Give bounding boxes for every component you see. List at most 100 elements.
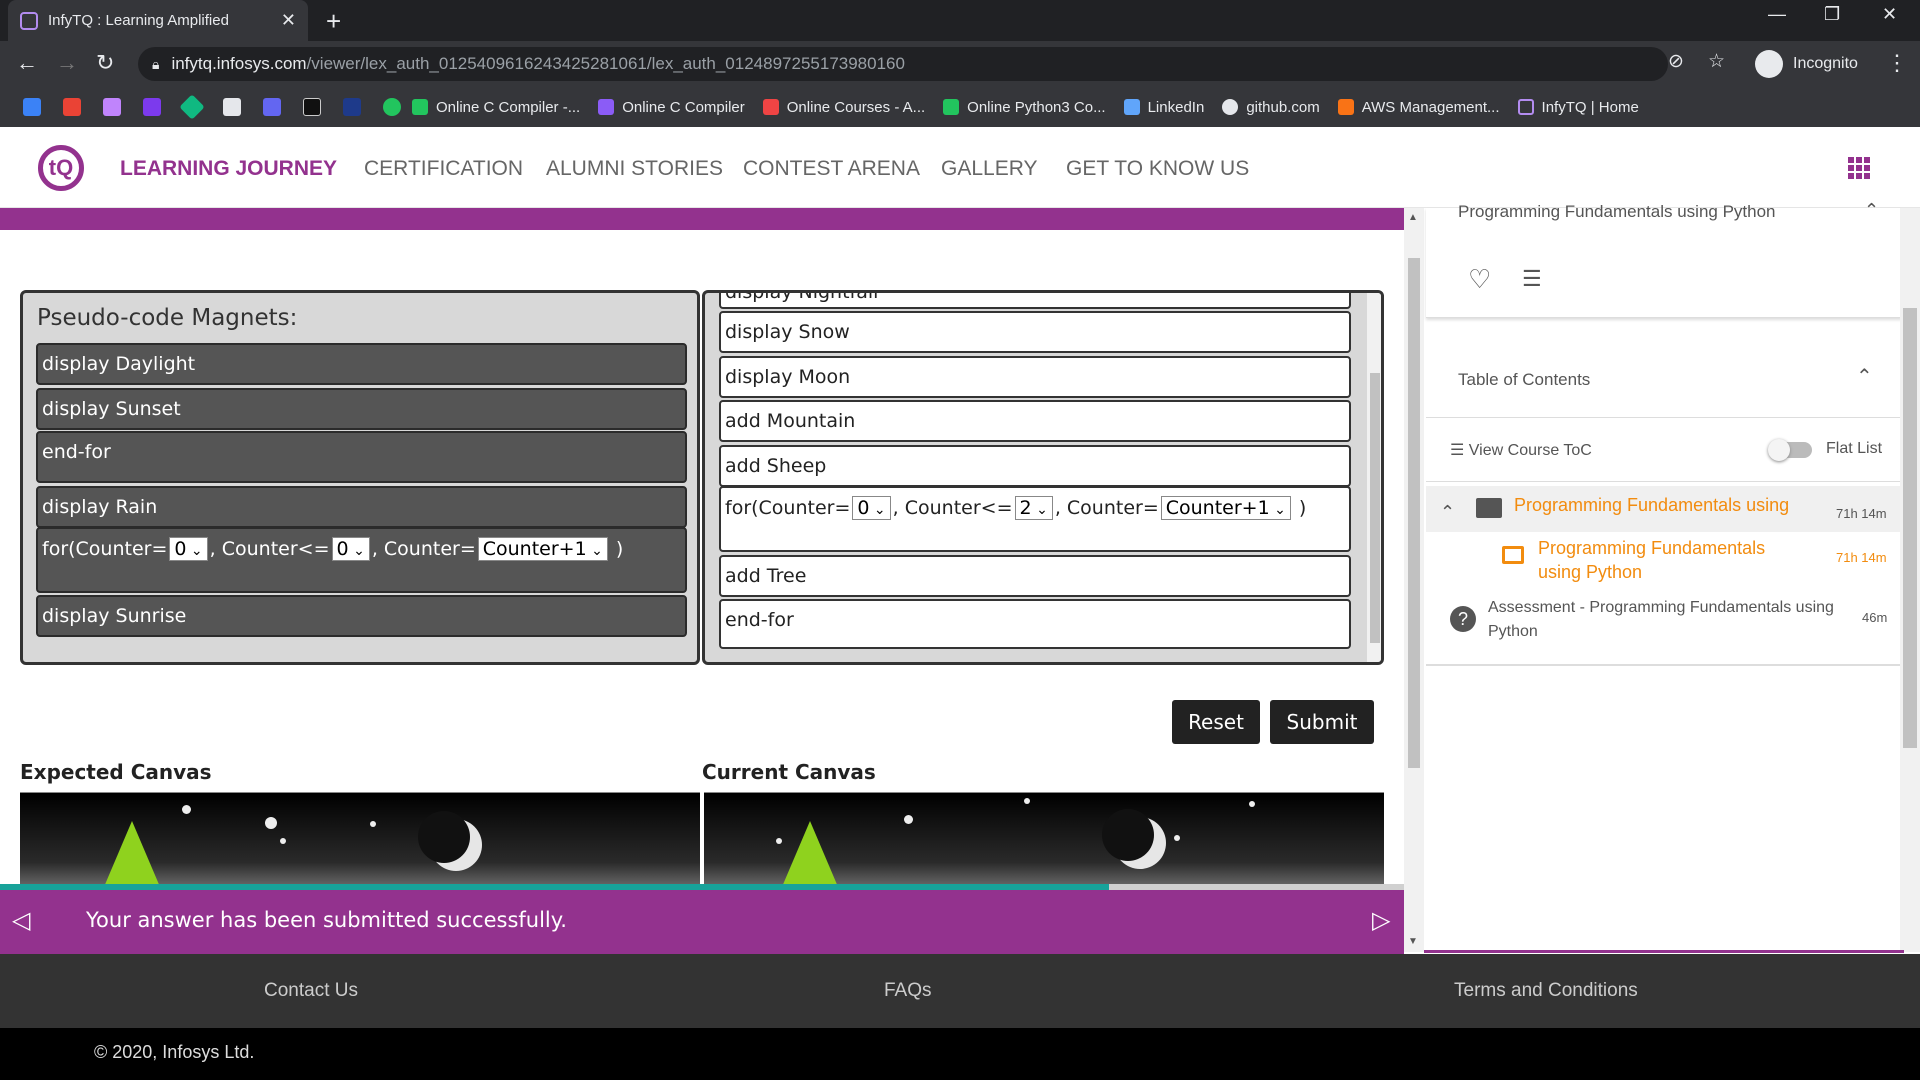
- previous-icon[interactable]: ◁: [12, 906, 30, 935]
- sidebar-scroll-thumb[interactable]: [1903, 308, 1917, 748]
- playlist-icon[interactable]: ☰: [1522, 266, 1542, 292]
- toc-item-module[interactable]: ⌃ Programming Fundamentals using Python …: [1426, 486, 1902, 532]
- answer-magnet-partial[interactable]: display Nightfall: [719, 293, 1351, 309]
- gmail-icon[interactable]: [63, 98, 81, 116]
- browser-titlebar: InfyTQ : Learning Amplified ✕ + — ❐ ✕: [0, 0, 1920, 41]
- restore-icon[interactable]: ❐: [1824, 4, 1840, 25]
- sidebar-accent-line: [1424, 950, 1904, 953]
- submit-button[interactable]: Submit: [1270, 700, 1374, 744]
- bookmark-aws[interactable]: AWS Management...: [1337, 99, 1500, 116]
- magnet-display-sunrise[interactable]: display Sunrise: [36, 595, 687, 637]
- nav-certification[interactable]: CERTIFICATION: [364, 157, 523, 181]
- bookmark-online-c-compiler-1[interactable]: Online C Compiler -...: [412, 99, 580, 116]
- collapse-icon[interactable]: ⌃: [1864, 200, 1879, 221]
- contact-us-link[interactable]: Contact Us: [264, 980, 358, 1002]
- for-start-select[interactable]: 0: [169, 537, 208, 561]
- toc-item-resource[interactable]: Programming Fundamentals using Python 71…: [1426, 534, 1902, 588]
- new-tab-button[interactable]: +: [326, 6, 341, 37]
- terms-link[interactable]: Terms and Conditions: [1454, 980, 1638, 1002]
- nav-alumni-stories[interactable]: ALUMNI STORIES: [546, 157, 723, 181]
- nav-gallery[interactable]: GALLERY: [941, 157, 1038, 181]
- apps-grid-icon[interactable]: [1848, 157, 1870, 179]
- magnet-display-rain[interactable]: display Rain: [36, 486, 687, 528]
- for-suffix: ): [1292, 497, 1307, 519]
- bookmark-online-python3[interactable]: Online Python3 Co...: [943, 99, 1106, 116]
- moon-shape: [1102, 809, 1166, 869]
- answer-display-snow[interactable]: display Snow: [719, 311, 1351, 353]
- magnet-display-daylight[interactable]: display Daylight: [36, 343, 687, 385]
- bookmark-mail-icon[interactable]: [143, 98, 161, 116]
- bookmark-user-icon[interactable]: [223, 98, 241, 116]
- nav-learning-journey[interactable]: LEARNING JOURNEY: [120, 157, 337, 181]
- flat-list-toggle[interactable]: [1768, 439, 1812, 461]
- code-icon: [943, 99, 960, 115]
- answer-panel-scroll-thumb[interactable]: [1370, 373, 1380, 643]
- minimize-icon[interactable]: —: [1768, 4, 1786, 25]
- bookmark-label: InfyTQ | Home: [1541, 98, 1639, 116]
- expected-canvas: [20, 792, 700, 886]
- snow-dot: [1174, 835, 1180, 841]
- player-scroll-thumb[interactable]: [1408, 258, 1420, 768]
- next-icon[interactable]: ▷: [1372, 906, 1390, 935]
- tree-shape: [98, 821, 166, 886]
- answer-add-tree[interactable]: add Tree: [719, 555, 1351, 597]
- sidebar-scrollbar[interactable]: [1900, 208, 1920, 952]
- bookmark-online-c-compiler-2[interactable]: Online C Compiler: [598, 99, 745, 116]
- answer-add-mountain[interactable]: add Mountain: [719, 400, 1351, 442]
- magnets-title: Pseudo-code Magnets:: [37, 305, 298, 331]
- bookmark-hackerrank-icon[interactable]: [303, 98, 321, 116]
- magnet-for-loop[interactable]: for(Counter=0, Counter<=0, Counter=Count…: [36, 527, 687, 593]
- chevron-up-icon[interactable]: ⌃: [1440, 502, 1455, 523]
- toc-header[interactable]: Table of Contents ⌃: [1426, 338, 1902, 418]
- bookmark-infytq-home[interactable]: InfyTQ | Home: [1517, 98, 1639, 116]
- bookmark-github[interactable]: github.com: [1222, 99, 1320, 116]
- faqs-link[interactable]: FAQs: [884, 980, 932, 1002]
- bookmark-online-courses[interactable]: Online Courses - A...: [762, 99, 925, 116]
- for-end-select[interactable]: 2: [1014, 496, 1053, 520]
- answer-for-loop[interactable]: for(Counter=0, Counter<=2, Counter=Count…: [719, 486, 1351, 552]
- nav-get-to-know-us[interactable]: GET TO KNOW US: [1066, 157, 1249, 181]
- bookmark-linkedin[interactable]: LinkedIn: [1123, 99, 1204, 116]
- scroll-up-icon[interactable]: ▲: [1408, 212, 1418, 223]
- reset-button[interactable]: Reset: [1172, 700, 1260, 744]
- infytq-logo[interactable]: tQ: [38, 145, 84, 191]
- snow-dot: [904, 815, 913, 824]
- browser-tab[interactable]: InfyTQ : Learning Amplified ✕: [8, 0, 308, 41]
- answer-end-for[interactable]: end-for: [719, 599, 1351, 649]
- answer-display-moon[interactable]: display Moon: [719, 356, 1351, 398]
- toc-item-assessment[interactable]: ? Assessment - Programming Fundamentals …: [1426, 594, 1902, 650]
- answer-add-sheep[interactable]: add Sheep: [719, 445, 1351, 487]
- browser-menu-icon[interactable]: ⋮: [1886, 50, 1908, 76]
- scroll-down-icon[interactable]: ▼: [1408, 936, 1418, 947]
- view-course-toc[interactable]: ☰ View Course ToC: [1450, 440, 1592, 460]
- nav-contest-arena[interactable]: CONTEST ARENA: [743, 157, 920, 181]
- player-scrollbar[interactable]: ▲ ▼: [1404, 208, 1424, 952]
- reload-icon[interactable]: ↻: [96, 50, 114, 76]
- incognito-indicator[interactable]: Incognito: [1755, 47, 1858, 81]
- forward-icon[interactable]: →: [56, 50, 78, 76]
- chevron-up-icon[interactable]: ⌃: [1856, 364, 1873, 389]
- heart-icon[interactable]: ♡: [1468, 264, 1491, 295]
- bookmark-star-icon[interactable]: ☆: [1708, 50, 1725, 73]
- bookmark-badge-icon[interactable]: [383, 98, 401, 116]
- back-icon[interactable]: ←: [16, 50, 38, 76]
- for-mid1: , Counter<=: [892, 497, 1013, 519]
- bookmark-grid-icon[interactable]: [103, 98, 121, 116]
- magnet-display-sunset[interactable]: display Sunset: [36, 388, 687, 430]
- for-start-select[interactable]: 0: [852, 496, 891, 520]
- close-window-icon[interactable]: ✕: [1882, 4, 1897, 25]
- bookmark-label: Online C Compiler -...: [436, 98, 581, 116]
- for-step-select[interactable]: Counter+1: [1160, 496, 1291, 520]
- snow-dot: [370, 821, 376, 827]
- bookmark-diamond-icon[interactable]: [179, 94, 205, 120]
- bookmark-app-icon[interactable]: [23, 98, 41, 116]
- bookmark-dark-icon[interactable]: [343, 98, 361, 116]
- magnet-end-for[interactable]: end-for: [36, 431, 687, 483]
- bookmark-bolt-icon[interactable]: [263, 98, 281, 116]
- answer-panel-scrollbar[interactable]: [1367, 293, 1381, 662]
- tracking-blocked-icon[interactable]: ⊘: [1668, 50, 1684, 73]
- for-step-select[interactable]: Counter+1: [477, 537, 608, 561]
- tab-close-icon[interactable]: ✕: [281, 10, 296, 31]
- address-bar[interactable]: 🔒︎ infytq.infosys.com /viewer/lex_auth_0…: [138, 47, 1668, 81]
- for-end-select[interactable]: 0: [331, 537, 370, 561]
